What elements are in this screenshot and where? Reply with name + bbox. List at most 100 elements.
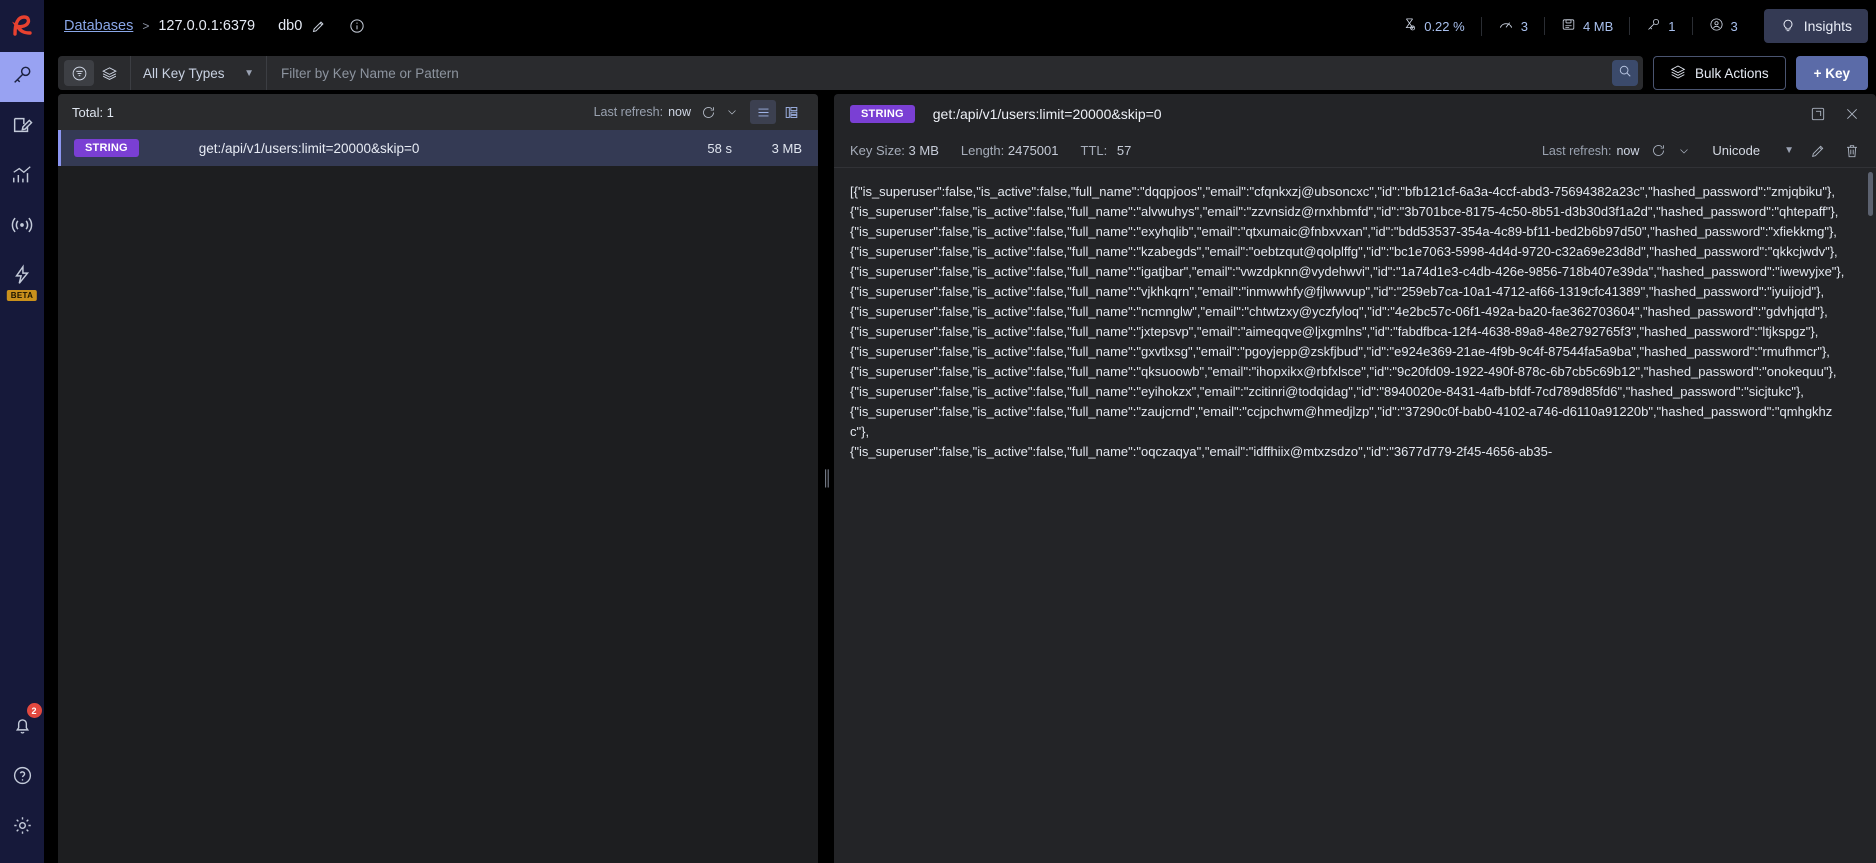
key-size-meta: Key Size: 3 MB [850,143,939,158]
key-value-text: [{"is_superuser":false,"is_active":false… [850,184,1845,459]
value-format-select[interactable]: Unicode ▼ [1712,143,1794,158]
sidebar-item-pubsub[interactable] [0,202,44,252]
pencil-icon[interactable] [311,19,326,34]
key-size-meta-value: 3 MB [908,143,939,158]
grip-icon: ║ [821,470,833,487]
keys-list-header: Total: 1 Last refresh: now [58,94,818,130]
notification-count-badge: 2 [26,703,42,718]
length-meta: Length: 2475001 [961,143,1059,158]
ttl-label: TTL: [1080,143,1108,158]
breadcrumb-separator: > [142,19,150,33]
filter-icon-group [58,60,130,86]
filter-toolbar: All Key Types ▼ Bulk Actions [44,52,1876,94]
length-value: 2475001 [1007,143,1059,158]
pencil-icon[interactable] [1810,143,1826,159]
breadcrumb-db-index: db0 [278,18,303,34]
panel-resize-handle[interactable]: ║ [818,94,834,863]
key-details-panel: STRING get:/api/v1/users:limit=20000&ski… [834,94,1876,863]
breadcrumb: Databases > 127.0.0.1:6379 db0 [44,18,365,34]
key-size-value: 3 MB [771,140,802,156]
metric-connected-clients[interactable]: 3 [1691,17,1754,35]
search-input[interactable] [267,65,1613,81]
bulk-actions-button[interactable]: Bulk Actions [1653,56,1786,90]
hourglass-icon [1402,17,1417,35]
chevron-down-icon: ▼ [244,67,254,79]
layers-icon[interactable] [94,60,124,86]
view-mode-toggle [750,100,804,124]
primary-nav-rail: BETA 2 [0,0,44,863]
bulk-actions-label: Bulk Actions [1695,65,1769,81]
list-view-icon[interactable] [750,100,776,124]
key-type-select[interactable]: All Key Types ▼ [131,66,266,81]
info-circle-icon[interactable] [349,18,365,34]
redisinsight-window: BETA 2 Databases > 127.0.0.1:6379 db0 0.… [0,0,1876,863]
close-icon[interactable] [1844,106,1860,122]
insights-label: Insights [1803,18,1852,34]
sidebar-item-browser[interactable] [0,52,44,102]
length-label: Length: [960,143,1005,158]
value-scrollbar-thumb[interactable] [1868,172,1873,216]
key-type-label: All Key Types [143,65,225,81]
metric-commands-value: 3 [1520,18,1528,34]
details-key-name: get:/api/v1/users:limit=20000&skip=0 [932,106,1162,122]
keys-last-refresh-value: now [668,105,691,119]
sidebar-item-notifications[interactable]: 2 [0,703,44,753]
value-scrollbar[interactable] [1868,172,1873,859]
metric-total-keys[interactable]: 1 [1629,17,1691,35]
key-value-viewer[interactable]: [{"is_superuser":false,"is_active":false… [834,168,1876,863]
layers-stack-icon [1670,64,1686,83]
keys-last-refresh-label: Last refresh: [593,105,664,119]
insights-button[interactable]: Insights [1763,9,1868,43]
key-icon [1646,17,1661,35]
edit-document-icon [11,114,33,141]
add-key-button[interactable]: + Key [1795,56,1868,90]
filter-group: All Key Types ▼ [58,56,1644,90]
total-keys-label: Total: 1 [72,104,114,120]
metrics-group: 0.22 % 3 4 MB 1 3 [1386,16,1754,36]
key-size-label: Key Size: [850,143,905,158]
breadcrumb-databases-link[interactable]: Databases [64,18,133,34]
keys-list-empty-area [58,166,818,863]
lightning-gear-icon [11,263,33,291]
trash-icon[interactable] [1844,143,1860,159]
expand-icon[interactable] [1810,106,1826,122]
table-row[interactable]: STRING get:/api/v1/users:limit=20000&ski… [58,130,818,166]
keys-list-panel: Total: 1 Last refresh: now STRING get:/a… [58,94,818,863]
main-area: Databases > 127.0.0.1:6379 db0 0.22 % 3 … [44,0,1876,863]
sidebar-item-workbench[interactable] [0,102,44,152]
filter-funnel-icon[interactable] [64,60,94,86]
sidebar-item-triggers-and-functions[interactable]: BETA [0,252,44,302]
key-details-header: STRING get:/api/v1/users:limit=20000&ski… [834,94,1876,134]
key-icon [11,64,33,91]
metric-memory[interactable]: 4 MB [1543,17,1629,35]
bell-icon: 2 [12,703,42,741]
metric-total-keys-value: 1 [1668,18,1676,34]
sidebar-item-help[interactable] [0,753,44,803]
chevron-down-icon: ▼ [1784,145,1794,156]
top-header: Databases > 127.0.0.1:6379 db0 0.22 % 3 … [44,0,1876,52]
metric-cpu[interactable]: 0.22 % [1386,17,1480,35]
metric-commands-per-second[interactable]: 3 [1480,16,1544,36]
key-ttl-value: 58 s [707,140,732,156]
ttl-meta[interactable]: TTL: 57 [1081,143,1132,158]
sidebar-item-analysis-tools[interactable] [0,152,44,202]
key-type-badge: STRING [74,139,139,157]
key-name-label: get:/api/v1/users:limit=20000&skip=0 [198,140,420,156]
redis-logo-icon[interactable] [0,0,44,52]
refresh-options-chevron-down-icon[interactable] [726,106,738,118]
beta-badge: BETA [6,290,38,301]
search-button[interactable] [1612,60,1639,86]
tree-view-icon[interactable] [778,100,804,124]
refresh-options-chevron-down-icon[interactable] [1678,145,1690,157]
details-meta-controls: Last refresh: now Unicode ▼ [1542,143,1860,159]
broadcast-icon [11,214,33,241]
breadcrumb-host: 127.0.0.1:6379 [158,18,256,34]
search-icon [1618,64,1632,83]
refresh-icon[interactable] [701,105,716,120]
sidebar-item-settings[interactable] [0,803,44,853]
lightbulb-icon [1780,17,1796,36]
refresh-icon[interactable] [1651,143,1666,158]
bar-chart-icon [11,164,33,191]
metric-connected-clients-value: 3 [1730,18,1738,34]
key-details-meta: Key Size: 3 MB Length: 2475001 TTL: 57 L… [834,134,1876,168]
